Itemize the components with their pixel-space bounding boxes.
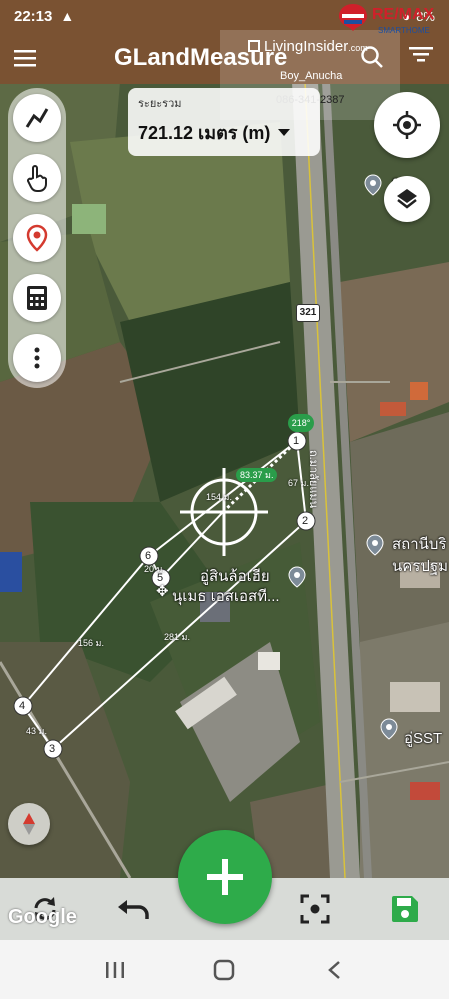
remax-subtext: SMARTHOME [378, 26, 430, 35]
vertex-6[interactable]: 6 [145, 550, 151, 562]
watermark-user: Boy_Anucha [280, 70, 343, 82]
compass-icon [23, 813, 35, 835]
filter-button[interactable] [409, 44, 437, 72]
vertex-1[interactable]: 1 [293, 435, 299, 447]
segment-label-2-3: 281 ม. [164, 632, 190, 642]
home-button[interactable] [204, 950, 244, 990]
touch-icon [27, 165, 47, 192]
watermark-brand-suffix: .com [348, 43, 368, 53]
gps-target-icon [393, 111, 421, 139]
unit-dropdown[interactable]: 721.12 เมตร (m) [138, 118, 310, 147]
hamburger-icon [14, 50, 36, 67]
location-pin-icon [26, 224, 48, 252]
map-pin-icon[interactable] [362, 174, 384, 196]
remax-balloon-icon [339, 4, 367, 31]
hamburger-menu-button[interactable] [0, 32, 50, 84]
screenshot-frame-icon [300, 894, 330, 924]
segment-label-5-6: 20 ม. [144, 564, 165, 574]
tool-palette [8, 88, 66, 388]
route-shield: 321 [296, 304, 320, 322]
add-point-button[interactable] [178, 830, 272, 924]
save-icon [392, 896, 418, 922]
my-location-button[interactable] [374, 92, 440, 158]
recent-apps-button[interactable] [95, 950, 135, 990]
place-label-nakhonpathom: นครปฐม [392, 558, 449, 575]
back-icon [328, 960, 340, 979]
road-label: ถ.มาลัยแมน [307, 450, 319, 509]
vertex-3[interactable]: 3 [49, 743, 55, 755]
calculator-button[interactable] [13, 274, 61, 322]
vertex-2[interactable]: 2 [302, 515, 308, 527]
location-pin-button[interactable] [13, 214, 61, 262]
map-layers-button[interactable] [384, 176, 430, 222]
place-label-sst: อู่SST [404, 730, 443, 747]
map-pin-icon[interactable] [364, 534, 386, 556]
total-distance-label: ระยะรวม [138, 98, 182, 110]
save-button[interactable] [388, 892, 422, 926]
touch-mode-button[interactable] [13, 154, 61, 202]
line-measure-icon [25, 108, 49, 128]
compass-button[interactable] [8, 803, 50, 845]
more-vertical-icon [34, 347, 40, 369]
map-pin-icon[interactable] [378, 718, 400, 740]
status-time: 22:13 [14, 7, 53, 25]
dropdown-caret-icon [278, 129, 291, 136]
place-label-station: สถานีบริ [392, 536, 447, 553]
capture-button[interactable] [298, 892, 332, 926]
satellite-map[interactable]: 1 2 3 4 5 6 67 ม. 20 ม. 156 ม. 281 ม. 43… [0, 82, 449, 878]
total-distance-value: 721.12 เมตร (m) [138, 123, 271, 143]
undo-button[interactable] [116, 892, 150, 926]
line-measure-button[interactable] [13, 94, 61, 142]
filter-icon [409, 47, 433, 62]
segment-label-3-4: 43 ม. [26, 726, 47, 736]
layers-icon [397, 189, 417, 209]
map-pin-icon[interactable] [286, 566, 308, 588]
vertex-4[interactable]: 4 [19, 700, 25, 712]
calculator-icon [27, 286, 47, 310]
place-label-ssteam: นุเมธ เอสเอสที... [172, 588, 280, 605]
undo-icon [118, 900, 149, 919]
move-handle-icon[interactable]: ✥ [156, 582, 169, 600]
more-options-button[interactable] [13, 334, 61, 382]
active-length-badge: 83.37 ม. [236, 468, 278, 482]
segment-label-4-6: 156 ม. [78, 638, 104, 648]
back-button[interactable] [314, 950, 354, 990]
home-icon [214, 959, 235, 980]
google-logo: Google [8, 906, 77, 928]
recent-apps-icon [105, 961, 124, 978]
angle-badge: 218° [288, 414, 314, 432]
map-terrain [0, 82, 449, 878]
watermark-logo: LivingInsider.com [248, 38, 368, 55]
watermark-brand: LivingInsider [264, 38, 349, 55]
plus-icon [207, 859, 243, 895]
remax-text: RE/MAX [372, 6, 435, 23]
total-distance-card[interactable]: ระยะรวม 721.12 เมตร (m) [128, 88, 320, 156]
system-nav-bar [0, 940, 449, 999]
warning-icon: ▲ [60, 8, 75, 24]
cube-icon [248, 40, 260, 52]
center-length-label: 154 ม. [206, 492, 232, 502]
